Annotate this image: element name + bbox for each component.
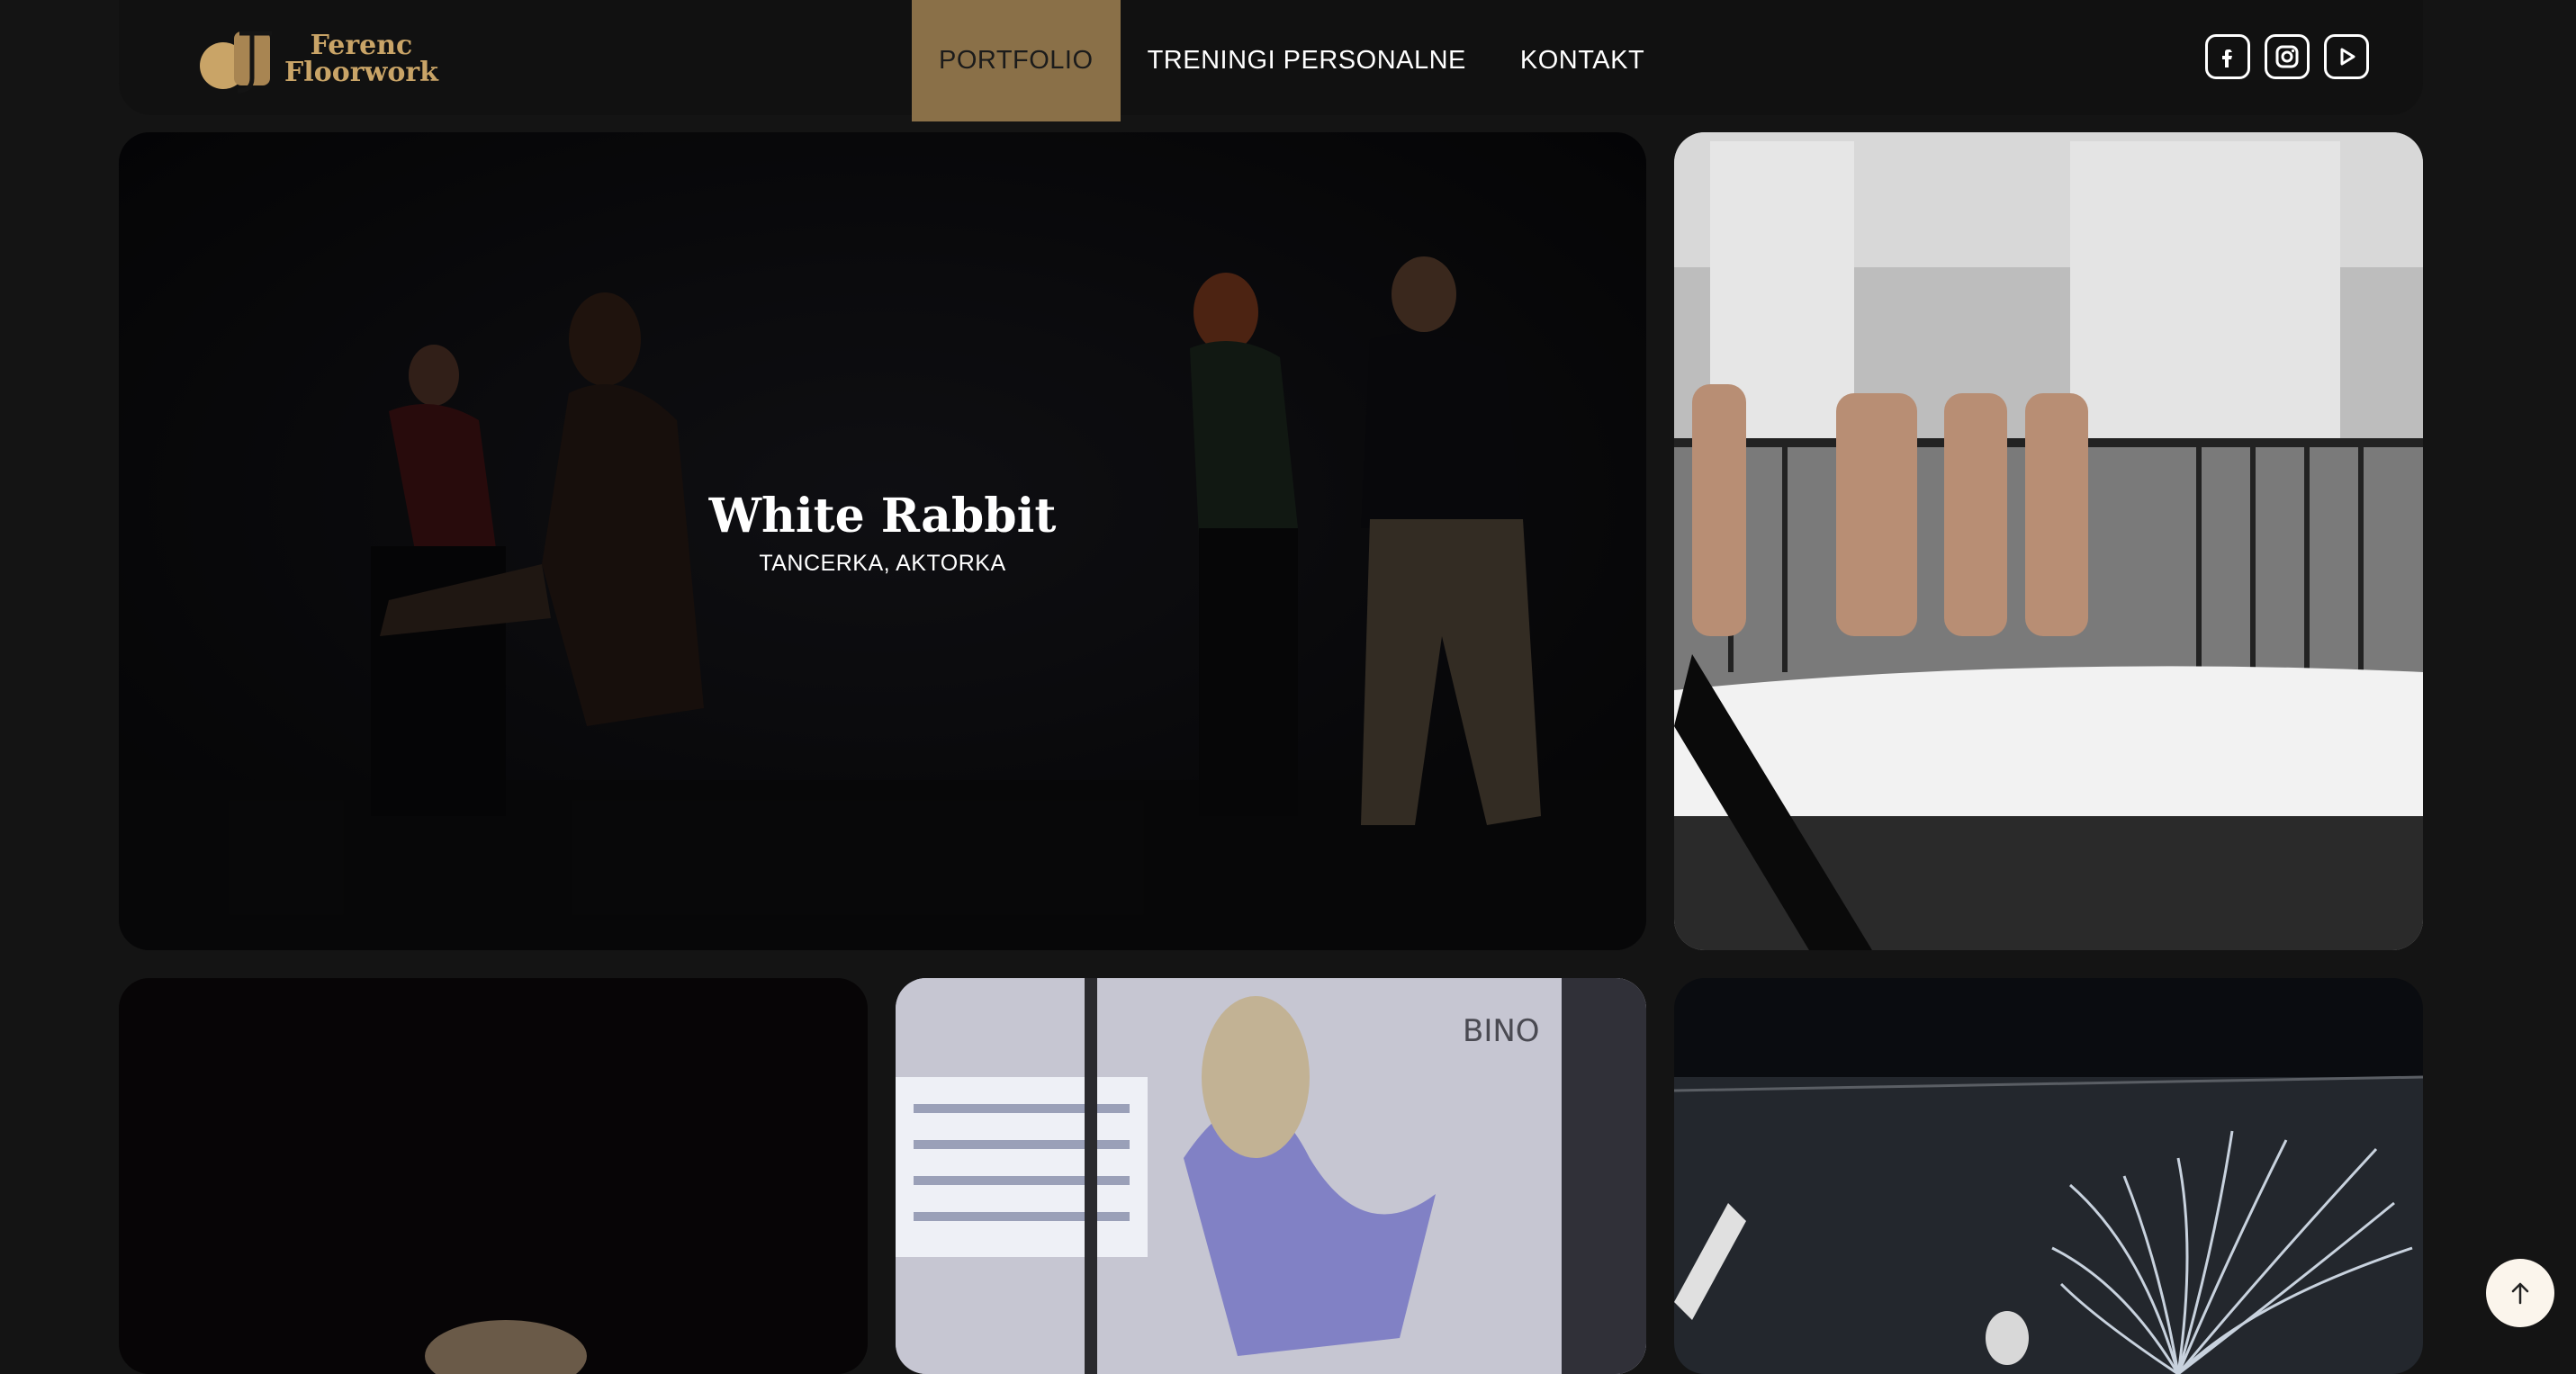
logo-mark-icon	[200, 31, 272, 94]
tile-title: White Rabbit	[708, 488, 1057, 543]
performers-photo	[1674, 132, 2423, 950]
social-links	[2205, 34, 2369, 79]
main-nav: PORTFOLIO TRENINGI PERSONALNE KONTAKT	[912, 0, 1671, 121]
photo-sign-text: BINO	[1463, 1013, 1540, 1049]
nav-portfolio[interactable]: PORTFOLIO	[912, 0, 1121, 121]
portfolio-tile-white-rabbit[interactable]: White Rabbit TANCERKA, AKTORKA	[119, 132, 1646, 950]
portfolio-tile-dark-stage[interactable]	[119, 978, 868, 1374]
arrow-up-icon	[2511, 1282, 2529, 1305]
logo-line-2: Floorwork	[284, 57, 438, 88]
nav-treningi-personalne[interactable]: TRENINGI PERSONALNE	[1121, 0, 1493, 121]
portfolio-tile-performers[interactable]	[1674, 132, 2423, 950]
site-header: Ferenc Floorwork PORTFOLIO TRENINGI PERS…	[119, 0, 2423, 121]
tile-subtitle: TANCERKA, AKTORKA	[759, 550, 1006, 576]
dark-stage-photo	[119, 978, 868, 1374]
logo-line-1: Ferenc	[310, 30, 413, 61]
logo-text: Ferenc Floorwork	[284, 32, 438, 86]
tendrils-photo	[1674, 978, 2423, 1374]
tile-overlay: White Rabbit TANCERKA, AKTORKA	[119, 132, 1646, 950]
hair-dancer-photo: BINO	[896, 978, 1646, 1374]
instagram-icon[interactable]	[2265, 34, 2310, 79]
back-to-top-button[interactable]	[2486, 1259, 2554, 1327]
logo[interactable]: Ferenc Floorwork	[196, 23, 438, 95]
portfolio-tile-tendrils[interactable]	[1674, 978, 2423, 1374]
nav-kontakt[interactable]: KONTAKT	[1493, 0, 1671, 121]
portfolio-tile-hair-dancer[interactable]: BINO	[896, 978, 1646, 1374]
youtube-icon[interactable]	[2324, 34, 2369, 79]
facebook-icon[interactable]	[2205, 34, 2250, 79]
